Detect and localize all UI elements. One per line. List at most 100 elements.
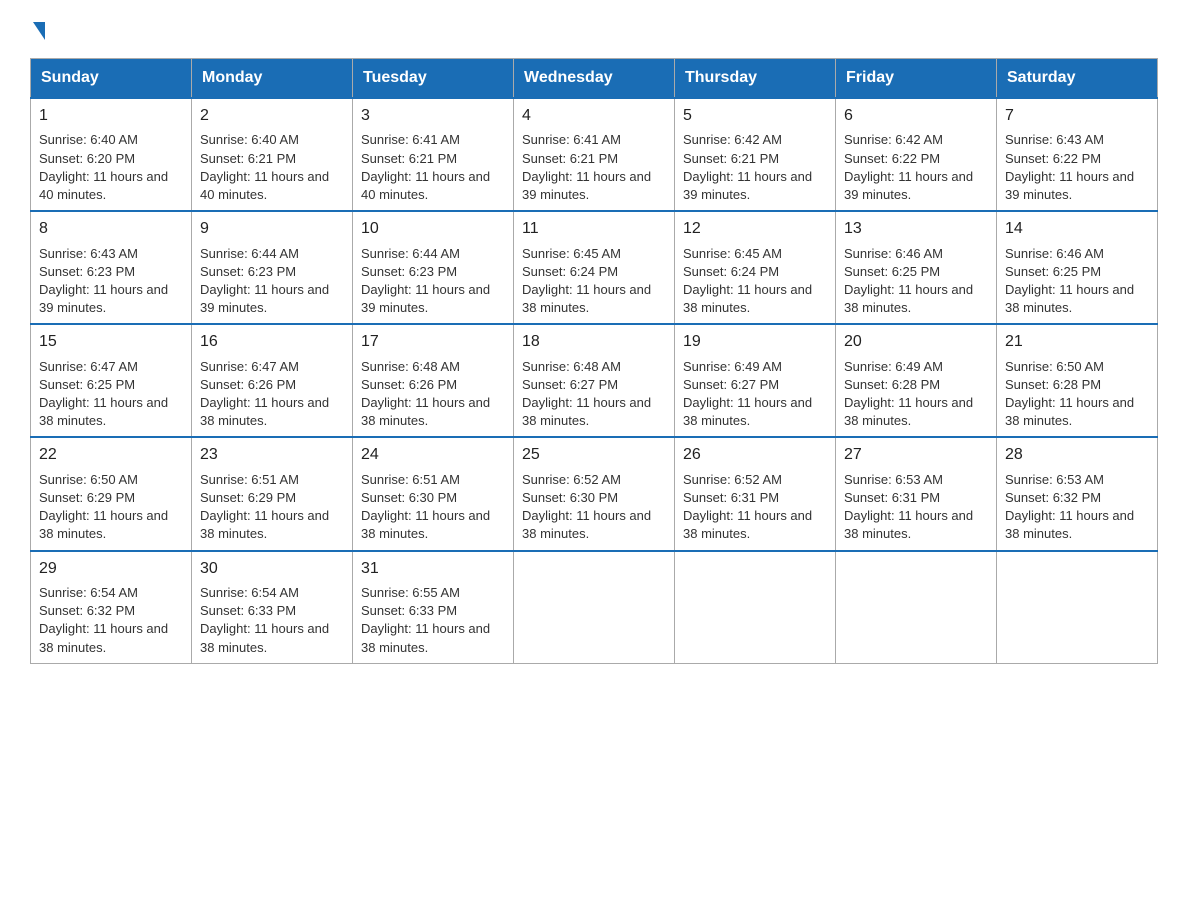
day-number: 17 (361, 331, 505, 353)
day-info: Sunrise: 6:50 AM Sunset: 6:29 PM Dayligh… (39, 471, 183, 544)
day-info: Sunrise: 6:53 AM Sunset: 6:31 PM Dayligh… (844, 471, 988, 544)
calendar-cell (836, 551, 997, 664)
calendar-cell: 28 Sunrise: 6:53 AM Sunset: 6:32 PM Dayl… (997, 437, 1158, 550)
day-number: 29 (39, 558, 183, 580)
calendar-cell: 4 Sunrise: 6:41 AM Sunset: 6:21 PM Dayli… (514, 98, 675, 211)
day-number: 28 (1005, 444, 1149, 466)
day-number: 30 (200, 558, 344, 580)
calendar-header-sunday: Sunday (31, 59, 192, 99)
day-info: Sunrise: 6:49 AM Sunset: 6:27 PM Dayligh… (683, 358, 827, 431)
calendar-cell: 14 Sunrise: 6:46 AM Sunset: 6:25 PM Dayl… (997, 211, 1158, 324)
calendar-cell: 11 Sunrise: 6:45 AM Sunset: 6:24 PM Dayl… (514, 211, 675, 324)
day-number: 25 (522, 444, 666, 466)
calendar-header-tuesday: Tuesday (353, 59, 514, 99)
day-info: Sunrise: 6:40 AM Sunset: 6:21 PM Dayligh… (200, 131, 344, 204)
day-number: 9 (200, 218, 344, 240)
calendar-cell: 29 Sunrise: 6:54 AM Sunset: 6:32 PM Dayl… (31, 551, 192, 664)
calendar-cell: 21 Sunrise: 6:50 AM Sunset: 6:28 PM Dayl… (997, 324, 1158, 437)
calendar-cell: 8 Sunrise: 6:43 AM Sunset: 6:23 PM Dayli… (31, 211, 192, 324)
day-number: 13 (844, 218, 988, 240)
day-info: Sunrise: 6:48 AM Sunset: 6:27 PM Dayligh… (522, 358, 666, 431)
calendar-cell: 7 Sunrise: 6:43 AM Sunset: 6:22 PM Dayli… (997, 98, 1158, 211)
calendar-cell: 15 Sunrise: 6:47 AM Sunset: 6:25 PM Dayl… (31, 324, 192, 437)
calendar-cell: 6 Sunrise: 6:42 AM Sunset: 6:22 PM Dayli… (836, 98, 997, 211)
day-info: Sunrise: 6:55 AM Sunset: 6:33 PM Dayligh… (361, 584, 505, 657)
calendar-cell: 2 Sunrise: 6:40 AM Sunset: 6:21 PM Dayli… (192, 98, 353, 211)
day-info: Sunrise: 6:45 AM Sunset: 6:24 PM Dayligh… (683, 245, 827, 318)
day-number: 24 (361, 444, 505, 466)
calendar-cell: 12 Sunrise: 6:45 AM Sunset: 6:24 PM Dayl… (675, 211, 836, 324)
day-number: 1 (39, 105, 183, 127)
day-number: 4 (522, 105, 666, 127)
day-number: 12 (683, 218, 827, 240)
day-info: Sunrise: 6:43 AM Sunset: 6:23 PM Dayligh… (39, 245, 183, 318)
day-info: Sunrise: 6:54 AM Sunset: 6:33 PM Dayligh… (200, 584, 344, 657)
calendar-cell: 5 Sunrise: 6:42 AM Sunset: 6:21 PM Dayli… (675, 98, 836, 211)
day-number: 22 (39, 444, 183, 466)
calendar-cell: 27 Sunrise: 6:53 AM Sunset: 6:31 PM Dayl… (836, 437, 997, 550)
day-number: 6 (844, 105, 988, 127)
day-info: Sunrise: 6:41 AM Sunset: 6:21 PM Dayligh… (361, 131, 505, 204)
day-number: 23 (200, 444, 344, 466)
day-number: 2 (200, 105, 344, 127)
day-info: Sunrise: 6:52 AM Sunset: 6:31 PM Dayligh… (683, 471, 827, 544)
day-info: Sunrise: 6:40 AM Sunset: 6:20 PM Dayligh… (39, 131, 183, 204)
calendar-cell: 1 Sunrise: 6:40 AM Sunset: 6:20 PM Dayli… (31, 98, 192, 211)
calendar-cell: 3 Sunrise: 6:41 AM Sunset: 6:21 PM Dayli… (353, 98, 514, 211)
day-info: Sunrise: 6:42 AM Sunset: 6:21 PM Dayligh… (683, 131, 827, 204)
calendar-cell: 22 Sunrise: 6:50 AM Sunset: 6:29 PM Dayl… (31, 437, 192, 550)
day-info: Sunrise: 6:42 AM Sunset: 6:22 PM Dayligh… (844, 131, 988, 204)
logo (30, 20, 45, 40)
day-number: 16 (200, 331, 344, 353)
day-info: Sunrise: 6:54 AM Sunset: 6:32 PM Dayligh… (39, 584, 183, 657)
calendar-cell: 24 Sunrise: 6:51 AM Sunset: 6:30 PM Dayl… (353, 437, 514, 550)
calendar-header-monday: Monday (192, 59, 353, 99)
calendar-cell: 10 Sunrise: 6:44 AM Sunset: 6:23 PM Dayl… (353, 211, 514, 324)
calendar-table: SundayMondayTuesdayWednesdayThursdayFrid… (30, 58, 1158, 664)
day-info: Sunrise: 6:47 AM Sunset: 6:26 PM Dayligh… (200, 358, 344, 431)
calendar-cell: 19 Sunrise: 6:49 AM Sunset: 6:27 PM Dayl… (675, 324, 836, 437)
day-number: 11 (522, 218, 666, 240)
calendar-cell: 31 Sunrise: 6:55 AM Sunset: 6:33 PM Dayl… (353, 551, 514, 664)
day-info: Sunrise: 6:44 AM Sunset: 6:23 PM Dayligh… (361, 245, 505, 318)
day-info: Sunrise: 6:43 AM Sunset: 6:22 PM Dayligh… (1005, 131, 1149, 204)
day-number: 20 (844, 331, 988, 353)
day-number: 27 (844, 444, 988, 466)
calendar-cell: 23 Sunrise: 6:51 AM Sunset: 6:29 PM Dayl… (192, 437, 353, 550)
calendar-header-saturday: Saturday (997, 59, 1158, 99)
day-number: 26 (683, 444, 827, 466)
calendar-week-row: 15 Sunrise: 6:47 AM Sunset: 6:25 PM Dayl… (31, 324, 1158, 437)
calendar-week-row: 8 Sunrise: 6:43 AM Sunset: 6:23 PM Dayli… (31, 211, 1158, 324)
calendar-cell: 9 Sunrise: 6:44 AM Sunset: 6:23 PM Dayli… (192, 211, 353, 324)
day-info: Sunrise: 6:44 AM Sunset: 6:23 PM Dayligh… (200, 245, 344, 318)
day-info: Sunrise: 6:52 AM Sunset: 6:30 PM Dayligh… (522, 471, 666, 544)
day-info: Sunrise: 6:49 AM Sunset: 6:28 PM Dayligh… (844, 358, 988, 431)
day-number: 21 (1005, 331, 1149, 353)
day-number: 7 (1005, 105, 1149, 127)
calendar-cell: 20 Sunrise: 6:49 AM Sunset: 6:28 PM Dayl… (836, 324, 997, 437)
calendar-cell: 26 Sunrise: 6:52 AM Sunset: 6:31 PM Dayl… (675, 437, 836, 550)
day-number: 15 (39, 331, 183, 353)
calendar-header-wednesday: Wednesday (514, 59, 675, 99)
logo-arrow-icon (33, 22, 45, 40)
day-number: 31 (361, 558, 505, 580)
day-info: Sunrise: 6:46 AM Sunset: 6:25 PM Dayligh… (1005, 245, 1149, 318)
day-info: Sunrise: 6:51 AM Sunset: 6:30 PM Dayligh… (361, 471, 505, 544)
day-info: Sunrise: 6:41 AM Sunset: 6:21 PM Dayligh… (522, 131, 666, 204)
day-number: 3 (361, 105, 505, 127)
calendar-cell (675, 551, 836, 664)
calendar-cell: 18 Sunrise: 6:48 AM Sunset: 6:27 PM Dayl… (514, 324, 675, 437)
day-number: 10 (361, 218, 505, 240)
day-number: 8 (39, 218, 183, 240)
day-info: Sunrise: 6:46 AM Sunset: 6:25 PM Dayligh… (844, 245, 988, 318)
day-number: 14 (1005, 218, 1149, 240)
calendar-cell: 13 Sunrise: 6:46 AM Sunset: 6:25 PM Dayl… (836, 211, 997, 324)
calendar-week-row: 22 Sunrise: 6:50 AM Sunset: 6:29 PM Dayl… (31, 437, 1158, 550)
day-info: Sunrise: 6:45 AM Sunset: 6:24 PM Dayligh… (522, 245, 666, 318)
day-info: Sunrise: 6:47 AM Sunset: 6:25 PM Dayligh… (39, 358, 183, 431)
day-info: Sunrise: 6:53 AM Sunset: 6:32 PM Dayligh… (1005, 471, 1149, 544)
day-info: Sunrise: 6:48 AM Sunset: 6:26 PM Dayligh… (361, 358, 505, 431)
day-info: Sunrise: 6:50 AM Sunset: 6:28 PM Dayligh… (1005, 358, 1149, 431)
day-number: 5 (683, 105, 827, 127)
calendar-header-thursday: Thursday (675, 59, 836, 99)
